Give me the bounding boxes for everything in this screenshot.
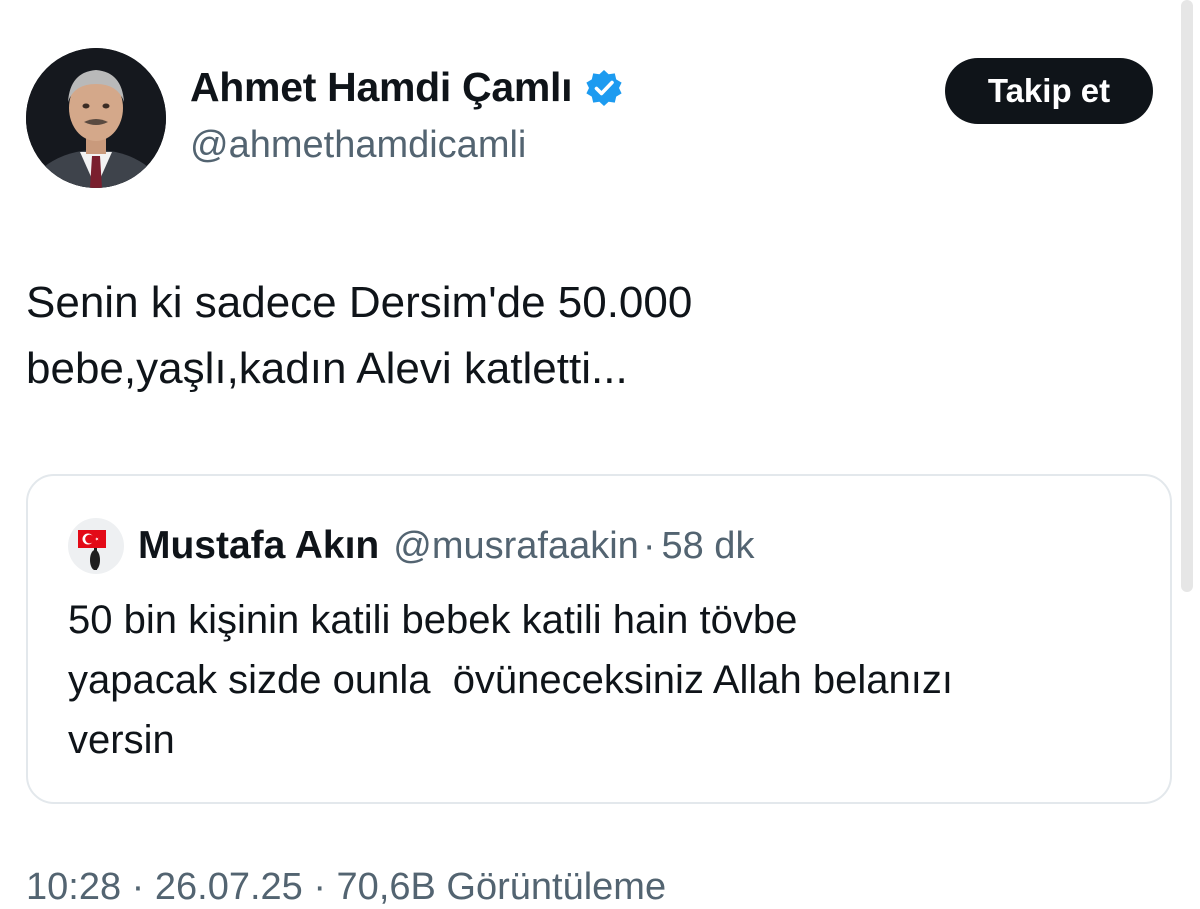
quoted-author-name[interactable]: Mustafa Akın bbox=[138, 524, 379, 568]
quoted-text-line: 50 bin kişinin katili bebek katili hain … bbox=[68, 598, 798, 642]
quoted-text-line: versin bbox=[68, 718, 175, 762]
quoted-tweet-card[interactable]: Mustafa Akın @musrafaakin · 58 dk 50 bin… bbox=[26, 474, 1172, 804]
verified-badge-icon[interactable] bbox=[584, 68, 624, 108]
author-handle[interactable]: @ahmethamdicamli bbox=[190, 124, 526, 167]
author-avatar[interactable] bbox=[26, 48, 166, 188]
quoted-author-handle[interactable]: @musrafaakin bbox=[393, 525, 639, 568]
quoted-tweet-header: Mustafa Akın @musrafaakin · 58 dk bbox=[68, 518, 754, 574]
profile-photo bbox=[26, 48, 166, 188]
tweet-text-line: bebe,yaşlı,kadın Alevi katletti... bbox=[26, 344, 628, 393]
author-display-name[interactable]: Ahmet Hamdi Çamlı bbox=[190, 64, 573, 111]
separator-dot: · bbox=[642, 524, 656, 567]
turkish-flag-avatar bbox=[68, 518, 124, 574]
quoted-tweet-time[interactable]: 58 dk bbox=[661, 525, 754, 568]
quoted-text-line: yapacak sizde ounla övüneceksiniz Allah … bbox=[68, 658, 953, 702]
quoted-author-avatar[interactable] bbox=[68, 518, 124, 574]
follow-button[interactable]: Takip et bbox=[945, 58, 1153, 124]
quoted-tweet-text: 50 bin kişinin katili bebek katili hain … bbox=[68, 590, 1148, 770]
scrollbar[interactable] bbox=[1181, 0, 1193, 592]
tweet-text: Senin ki sadece Dersim'de 50.000 bebe,ya… bbox=[26, 270, 1146, 402]
author-name-row: Ahmet Hamdi Çamlı bbox=[190, 64, 624, 111]
tweet-text-line: Senin ki sadece Dersim'de 50.000 bbox=[26, 278, 693, 327]
